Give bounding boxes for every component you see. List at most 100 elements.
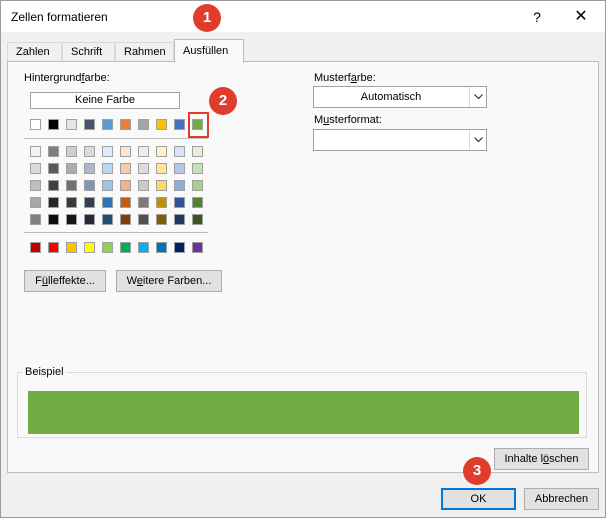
standard-color-swatch[interactable] bbox=[84, 242, 95, 253]
tint-color-swatch[interactable] bbox=[84, 163, 95, 174]
pattern-style-select[interactable] bbox=[313, 129, 487, 151]
tint-color-swatch[interactable] bbox=[102, 180, 113, 191]
standard-color-swatch[interactable] bbox=[120, 242, 131, 253]
standard-color-swatch[interactable] bbox=[174, 242, 185, 253]
clear-button[interactable]: Inhalte löschen bbox=[494, 448, 589, 470]
chevron-down-icon[interactable] bbox=[469, 87, 486, 107]
theme-color-swatch[interactable] bbox=[102, 119, 113, 130]
tab-ausfuellen[interactable]: Ausfüllen bbox=[174, 39, 244, 63]
format-cells-dialog: Zellen formatieren ? ✕ Zahlen Schrift Ra… bbox=[0, 0, 606, 518]
tint-color-swatch[interactable] bbox=[84, 214, 95, 225]
tint-color-swatch[interactable] bbox=[138, 197, 149, 208]
tab-rahmen[interactable]: Rahmen bbox=[115, 42, 174, 62]
theme-color-swatch[interactable] bbox=[138, 119, 149, 130]
tint-color-swatch[interactable] bbox=[192, 146, 203, 157]
tint-color-swatch[interactable] bbox=[102, 163, 113, 174]
standard-color-swatch[interactable] bbox=[30, 242, 41, 253]
chevron-down-icon[interactable] bbox=[469, 130, 486, 150]
tint-color-swatch[interactable] bbox=[30, 214, 41, 225]
palette-divider bbox=[24, 138, 208, 139]
tint-color-swatch[interactable] bbox=[192, 163, 203, 174]
tint-color-swatch[interactable] bbox=[192, 180, 203, 191]
tint-color-swatch[interactable] bbox=[84, 197, 95, 208]
theme-color-swatch[interactable] bbox=[156, 119, 167, 130]
standard-color-swatch[interactable] bbox=[48, 242, 59, 253]
standard-color-swatch[interactable] bbox=[102, 242, 113, 253]
tint-color-swatch[interactable] bbox=[174, 214, 185, 225]
tint-color-swatch[interactable] bbox=[174, 146, 185, 157]
no-color-button[interactable]: Keine Farbe bbox=[30, 92, 180, 109]
tab-schrift[interactable]: Schrift bbox=[62, 42, 115, 62]
help-button[interactable]: ? bbox=[523, 5, 551, 29]
sample-label: Beispiel bbox=[22, 366, 67, 378]
tint-color-swatch[interactable] bbox=[120, 146, 131, 157]
tint-color-swatch[interactable] bbox=[66, 163, 77, 174]
standard-color-swatch[interactable] bbox=[66, 242, 77, 253]
tint-color-swatch[interactable] bbox=[156, 214, 167, 225]
tint-color-swatch[interactable] bbox=[138, 214, 149, 225]
tint-color-swatch[interactable] bbox=[174, 197, 185, 208]
tint-color-swatch[interactable] bbox=[84, 146, 95, 157]
title-bar: Zellen formatieren ? ✕ bbox=[1, 1, 605, 32]
theme-color-swatch[interactable] bbox=[48, 119, 59, 130]
tint-color-swatch[interactable] bbox=[156, 180, 167, 191]
pattern-color-label: Musterfarbe: bbox=[314, 72, 376, 84]
tint-color-swatch[interactable] bbox=[156, 146, 167, 157]
tint-color-swatch[interactable] bbox=[102, 214, 113, 225]
more-colors-button[interactable]: Weitere Farben... bbox=[116, 270, 222, 292]
tint-color-swatch[interactable] bbox=[30, 197, 41, 208]
theme-color-swatch[interactable] bbox=[84, 119, 95, 130]
theme-color-swatch[interactable] bbox=[66, 119, 77, 130]
pattern-color-select[interactable]: Automatisch bbox=[313, 86, 487, 108]
dialog-title: Zellen formatieren bbox=[11, 10, 108, 24]
tint-color-swatch[interactable] bbox=[48, 197, 59, 208]
sample-preview bbox=[28, 391, 579, 434]
theme-color-swatch[interactable] bbox=[30, 119, 41, 130]
tint-color-swatch[interactable] bbox=[174, 163, 185, 174]
tint-color-swatch[interactable] bbox=[120, 214, 131, 225]
tint-color-swatch[interactable] bbox=[30, 146, 41, 157]
tint-color-swatch[interactable] bbox=[48, 163, 59, 174]
tint-color-swatch[interactable] bbox=[66, 197, 77, 208]
tab-zahlen[interactable]: Zahlen bbox=[7, 42, 62, 62]
tint-color-swatch[interactable] bbox=[66, 214, 77, 225]
tint-color-swatch[interactable] bbox=[48, 214, 59, 225]
tint-color-swatch[interactable] bbox=[156, 163, 167, 174]
standard-color-swatch[interactable] bbox=[156, 242, 167, 253]
step-1-badge: 1 bbox=[193, 4, 221, 32]
step-2-badge: 2 bbox=[209, 87, 237, 115]
tint-color-swatch[interactable] bbox=[102, 197, 113, 208]
step-3-badge: 3 bbox=[463, 457, 491, 485]
tint-color-swatch[interactable] bbox=[156, 197, 167, 208]
tint-color-swatch[interactable] bbox=[66, 180, 77, 191]
tint-color-swatch[interactable] bbox=[102, 146, 113, 157]
tint-color-swatch[interactable] bbox=[174, 180, 185, 191]
theme-color-swatch[interactable] bbox=[120, 119, 131, 130]
pattern-style-label: Musterformat: bbox=[314, 114, 382, 126]
tint-color-swatch[interactable] bbox=[138, 163, 149, 174]
tint-color-swatch[interactable] bbox=[138, 180, 149, 191]
standard-color-swatch[interactable] bbox=[192, 242, 203, 253]
tint-color-swatch[interactable] bbox=[84, 180, 95, 191]
selection-highlight bbox=[188, 112, 209, 138]
sample-group: Beispiel bbox=[17, 366, 587, 438]
fill-tab-panel: Hintergrundfarbe: Keine Farbe Fülleffekt… bbox=[7, 61, 599, 473]
tint-color-swatch[interactable] bbox=[192, 197, 203, 208]
close-button[interactable]: ✕ bbox=[567, 5, 595, 29]
tint-color-swatch[interactable] bbox=[48, 180, 59, 191]
tint-color-swatch[interactable] bbox=[120, 163, 131, 174]
tint-color-swatch[interactable] bbox=[138, 146, 149, 157]
tint-color-swatch[interactable] bbox=[48, 146, 59, 157]
tint-color-swatch[interactable] bbox=[30, 180, 41, 191]
tint-color-swatch[interactable] bbox=[66, 146, 77, 157]
ok-button[interactable]: OK bbox=[441, 488, 516, 510]
palette-divider bbox=[24, 232, 208, 233]
theme-color-swatch[interactable] bbox=[174, 119, 185, 130]
tint-color-swatch[interactable] bbox=[120, 197, 131, 208]
fill-effects-button[interactable]: Fülleffekte... bbox=[24, 270, 106, 292]
standard-color-swatch[interactable] bbox=[138, 242, 149, 253]
tint-color-swatch[interactable] bbox=[30, 163, 41, 174]
tint-color-swatch[interactable] bbox=[192, 214, 203, 225]
cancel-button[interactable]: Abbrechen bbox=[524, 488, 599, 510]
tint-color-swatch[interactable] bbox=[120, 180, 131, 191]
